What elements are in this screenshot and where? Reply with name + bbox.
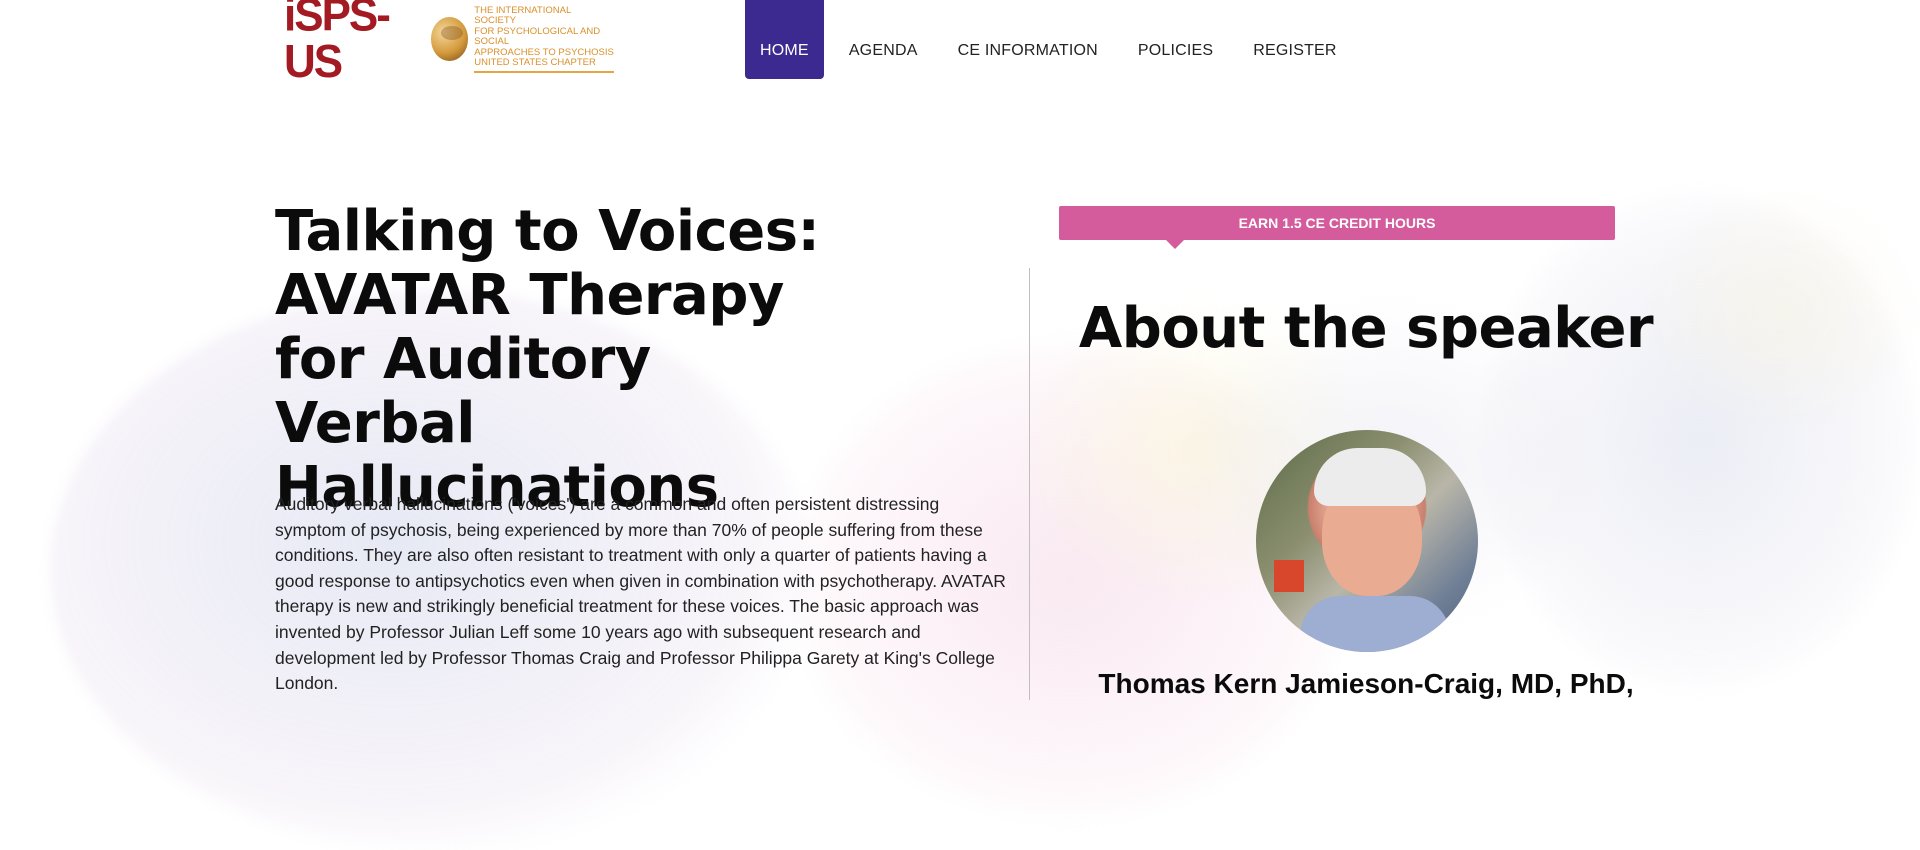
site-logo[interactable]: iSPS-US THE INTERNATIONAL SOCIETY FOR PS… (284, 0, 614, 85)
globe-icon (430, 17, 469, 61)
main-nav: HOME AGENDA CE INFORMATION POLICIES REGI… (745, 0, 1362, 79)
background-blob (1640, 190, 1920, 430)
nav-item-policies[interactable]: POLICIES (1123, 0, 1228, 79)
nav-item-home[interactable]: HOME (745, 0, 824, 79)
nav-item-agenda[interactable]: AGENDA (834, 0, 933, 79)
logo-wordmark: iSPS-US (284, 0, 391, 88)
nav-item-ce-information[interactable]: CE INFORMATION (943, 0, 1113, 79)
column-divider (1029, 268, 1030, 700)
event-description: Auditory verbal hallucinations ('voices'… (275, 494, 1006, 694)
ce-credit-banner: EARN 1.5 CE CREDIT HOURS (1059, 206, 1615, 249)
page-title: Talking to Voices: AVATAR Therapy for Au… (275, 199, 820, 520)
site-header: iSPS-US THE INTERNATIONAL SOCIETY FOR PS… (0, 0, 1920, 85)
logo-tagline: THE INTERNATIONAL SOCIETY FOR PSYCHOLOGI… (474, 5, 614, 73)
speaker-photo (1256, 430, 1478, 652)
speaker-name: Thomas Kern Jamieson-Craig, MD, PhD, (1098, 668, 1634, 699)
about-speaker-heading: About the speaker (1078, 296, 1654, 361)
nav-item-register[interactable]: REGISTER (1238, 0, 1351, 79)
